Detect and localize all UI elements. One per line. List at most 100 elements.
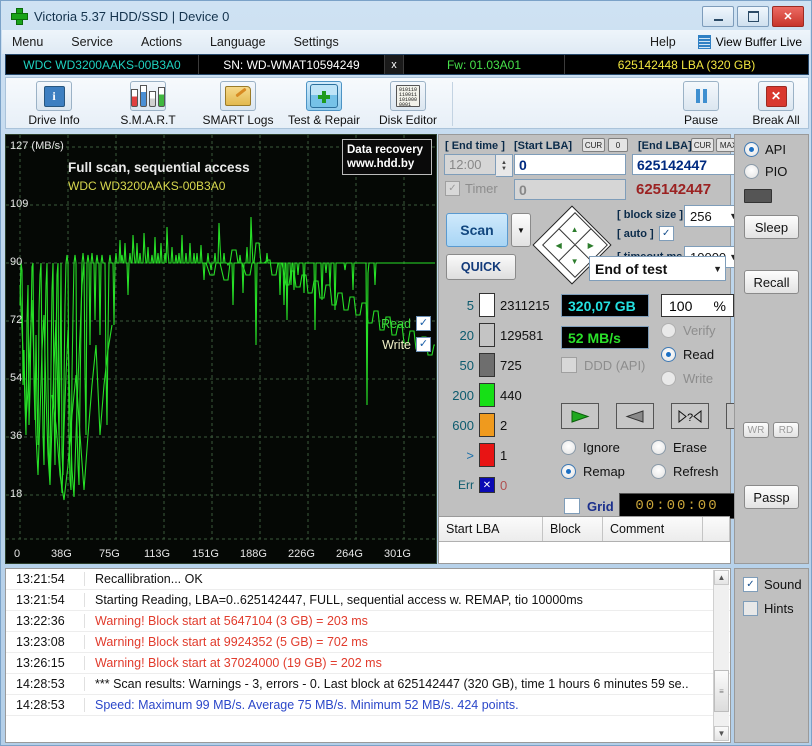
window-buttons: ✕ <box>702 6 804 27</box>
menu-item-service[interactable]: Service <box>57 33 127 51</box>
menu-item-settings[interactable]: Settings <box>280 33 353 51</box>
log-scrollbar[interactable]: ▲ ≡ ▼ <box>713 570 729 741</box>
end-lba-cur-button[interactable]: CUR <box>691 138 714 152</box>
drive-close-icon[interactable]: x <box>384 55 404 74</box>
defects-table[interactable]: Start LBA Block Comment <box>439 516 730 563</box>
seek-unknown-icon[interactable]: ? <box>671 403 709 429</box>
grid-checkbox[interactable] <box>564 498 580 514</box>
rewind-icon[interactable] <box>616 403 654 429</box>
start-lba-input[interactable]: 0 <box>514 154 626 175</box>
hints-toggle[interactable]: Hints <box>743 601 794 616</box>
refresh-radio[interactable] <box>651 464 666 479</box>
auto-checkbox[interactable]: ✓ <box>658 226 674 241</box>
log-time: 14:28:53 <box>16 698 65 712</box>
scan-dropdown-button[interactable]: ▼ <box>511 213 531 247</box>
menu-item-language[interactable]: Language <box>196 33 280 51</box>
start-lba-zero-button[interactable]: 0 <box>608 138 628 152</box>
verify-radio[interactable] <box>661 323 676 338</box>
write-checkbox[interactable]: ✓ <box>416 337 431 352</box>
x-tick-75g: 75G <box>99 548 120 560</box>
read-radio[interactable] <box>661 347 676 362</box>
maximize-button[interactable] <box>737 6 769 27</box>
passport-button[interactable]: Passp <box>744 485 799 509</box>
sound-checkbox[interactable]: ✓ <box>743 577 758 592</box>
log-row: 13:21:54 Recallibration... OK <box>6 569 730 590</box>
drive-firmware: Fw: 01.03A01 <box>446 57 522 72</box>
toolbar-disk-editor[interactable]: 010110 110011 101000 0001 Disk Editor <box>366 81 450 128</box>
scroll-down-icon[interactable]: ▼ <box>714 726 729 741</box>
speed-graph[interactable]: 127 (MB/s) 109 90 72 54 36 18 0 38G 75G … <box>5 134 437 564</box>
toolbar-smart-logs-label: SMART Logs <box>202 113 274 127</box>
application-window: Victoria 5.37 HDD/SSD | Device 0 ✕ Menu … <box>0 0 812 746</box>
view-buffer-live-button[interactable]: View Buffer Live <box>690 35 810 49</box>
log-row: 13:26:15 Warning! Block start at 3702400… <box>6 653 730 674</box>
sleep-button[interactable]: Sleep <box>744 215 799 239</box>
ddd-toggle[interactable]: DDD (API) <box>561 357 645 373</box>
remap-radio[interactable] <box>561 464 576 479</box>
end-time-spinner[interactable]: ▲ ▼ <box>496 154 513 177</box>
api-radio[interactable] <box>744 142 759 157</box>
read-toggle[interactable]: Read ✓ <box>381 316 431 331</box>
log-message: Starting Reading, LBA=0..625142447, FULL… <box>84 593 730 607</box>
recall-button[interactable]: Recall <box>744 270 799 294</box>
progress-readout: 100 % <box>661 294 734 317</box>
mode-read[interactable]: Read <box>661 347 714 362</box>
play-icon[interactable] <box>561 403 599 429</box>
pio-option[interactable]: PIO <box>735 164 787 179</box>
toolbar-smart-label: S.M.A.R.T <box>120 113 176 127</box>
hints-checkbox[interactable] <box>743 601 758 616</box>
end-of-test-select[interactable]: End of test ▼ <box>589 256 726 281</box>
close-button[interactable]: ✕ <box>772 6 804 27</box>
y-tick-90: 90 <box>10 256 23 268</box>
read-checkbox[interactable]: ✓ <box>416 316 431 331</box>
toolbar-break-all[interactable]: ✕ Break All <box>741 81 811 128</box>
scan-button[interactable]: Scan <box>446 213 508 247</box>
x-tick-264g: 264G <box>336 548 363 560</box>
write-toggle[interactable]: Write ✓ <box>382 337 431 352</box>
quick-button[interactable]: QUICK <box>446 254 516 280</box>
api-option[interactable]: API <box>735 142 786 157</box>
menu-item-actions[interactable]: Actions <box>127 33 196 51</box>
log-row: 14:28:53 *** Scan results: Warnings - 3,… <box>6 674 730 695</box>
grid-toggle[interactable]: Grid <box>564 498 614 514</box>
wr-button[interactable]: WR <box>743 422 769 438</box>
write-radio[interactable] <box>661 371 676 386</box>
action-erase[interactable]: Erase <box>651 440 707 455</box>
action-refresh[interactable]: Refresh <box>651 464 719 479</box>
erase-radio[interactable] <box>651 440 666 455</box>
nav-right-icon: ▶ <box>587 240 595 250</box>
scroll-thumb[interactable]: ≡ <box>714 670 729 712</box>
end-lba-input[interactable]: 625142447 <box>632 154 745 175</box>
start-lba-cur-button[interactable]: CUR <box>582 138 605 152</box>
legend-swatch <box>479 383 495 407</box>
mode-verify[interactable]: Verify <box>661 323 716 338</box>
y-tick-72: 72 <box>10 314 23 326</box>
menu-item-menu[interactable]: Menu <box>2 33 57 51</box>
y-tick-36: 36 <box>10 430 23 442</box>
start-lba-label: [Start LBA] <box>514 140 573 152</box>
log-panel[interactable]: 13:21:54 Recallibration... OK 13:21:54 S… <box>5 568 731 743</box>
mode-write[interactable]: Write <box>661 371 713 386</box>
toolbar-pause[interactable]: Pause <box>666 81 736 128</box>
scroll-up-icon[interactable]: ▲ <box>714 570 729 585</box>
timer-toggle[interactable]: ✓ Timer <box>445 181 498 196</box>
window-title: Victoria 5.37 HDD/SSD | Device 0 <box>34 8 230 24</box>
toolbar-smart-logs[interactable]: SMART Logs <box>196 81 280 128</box>
toolbar-drive-info[interactable]: i Drive Info <box>12 81 96 128</box>
verify-label: Verify <box>683 323 716 338</box>
menu-item-help[interactable]: Help <box>636 33 690 51</box>
toolbar-smart[interactable]: S.M.A.R.T <box>106 81 190 128</box>
pio-radio[interactable] <box>744 164 759 179</box>
end-time-input[interactable]: 12:00 <box>444 154 496 175</box>
rd-button[interactable]: RD <box>773 422 799 438</box>
toolbar-test-repair[interactable]: Test & Repair <box>282 81 366 128</box>
action-remap[interactable]: Remap <box>561 464 625 479</box>
minimize-button[interactable] <box>702 6 734 27</box>
action-ignore[interactable]: Ignore <box>561 440 620 455</box>
ddd-checkbox[interactable] <box>561 357 577 373</box>
sound-toggle[interactable]: ✓ Sound <box>743 577 802 592</box>
ignore-radio[interactable] <box>561 440 576 455</box>
legend-count: 2311215 <box>500 297 550 313</box>
block-size-value: 256 <box>690 208 712 224</box>
timer-checkbox[interactable]: ✓ <box>445 181 460 196</box>
